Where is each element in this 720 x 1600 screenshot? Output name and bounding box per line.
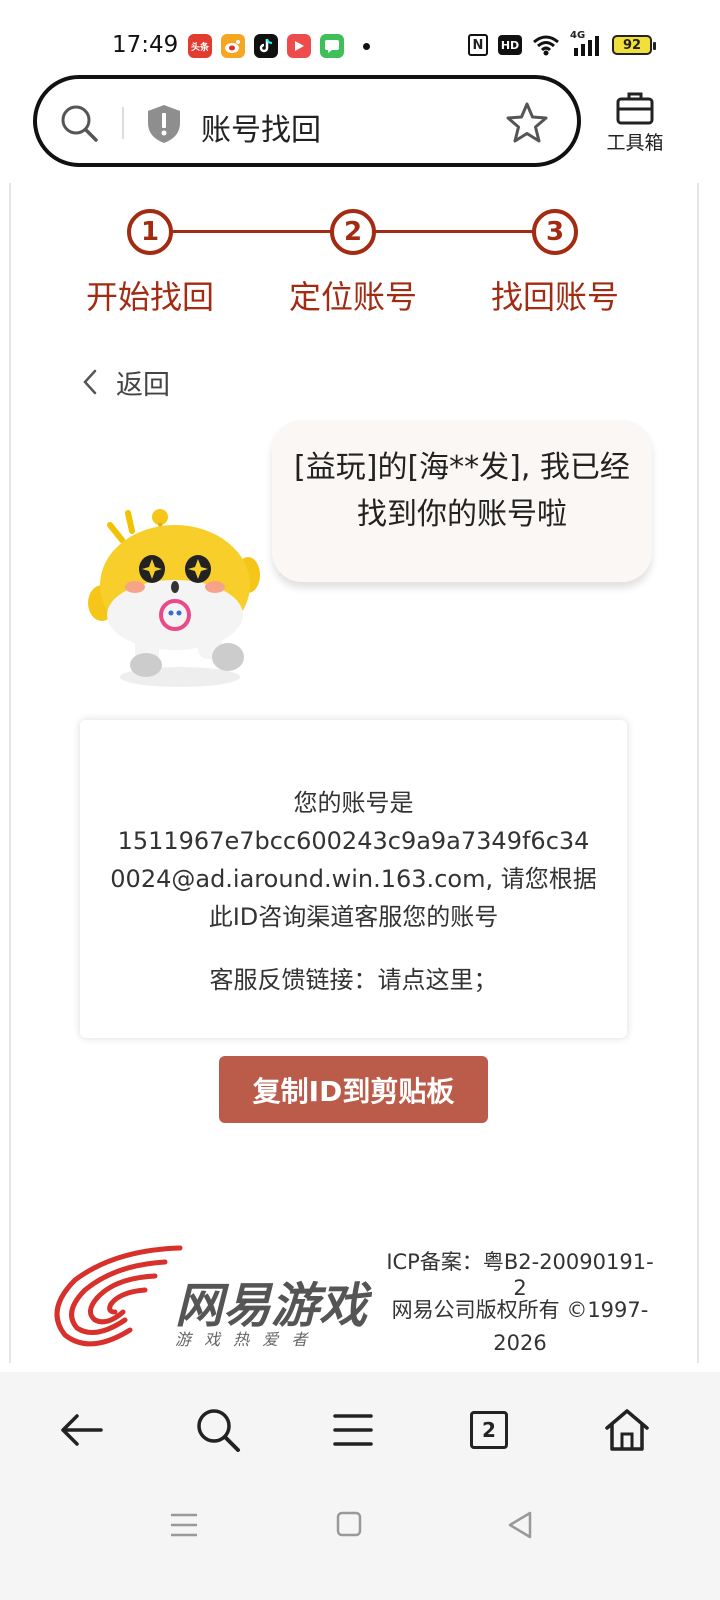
search-icon[interactable]	[59, 103, 99, 143]
battery-indicator: 92	[612, 35, 656, 55]
step-connector	[172, 230, 332, 233]
speech-bubble: [益玩]的[海**发], 我已经找到你的账号啦	[272, 420, 652, 582]
address-separator	[122, 107, 124, 139]
content-frame-right	[697, 183, 699, 1363]
hd-icon: HD	[498, 35, 522, 55]
toolbox-label: 工具箱	[606, 132, 664, 154]
toolbox-icon	[616, 92, 654, 125]
tabs-button[interactable]: 2	[459, 1400, 519, 1460]
chevron-left-icon	[83, 369, 97, 395]
step-3-circle: 3	[532, 209, 578, 255]
logo-slogan: 游 戏 热 爱 者	[175, 1330, 312, 1349]
back-nav-icon[interactable]	[500, 1505, 540, 1545]
toolbox-button[interactable]: 工具箱	[600, 86, 670, 156]
account-info-card: 您的账号是 1511967e7bcc600243c9a9a7349f6c3400…	[80, 720, 627, 1038]
step-connector	[374, 230, 534, 233]
home-icon	[605, 1409, 649, 1451]
wifi-icon	[533, 35, 559, 56]
step-2-circle: 2	[330, 209, 376, 255]
cellular-signal-icon: 4G	[570, 30, 602, 56]
step-1-circle: 1	[127, 209, 173, 255]
step-2-label: 定位账号	[288, 278, 417, 316]
mascot-illustration	[88, 509, 260, 687]
content-frame-left	[9, 183, 11, 1363]
account-intro: 您的账号是	[293, 789, 414, 817]
menu-icon	[333, 1414, 373, 1446]
toutiao-icon: 头条	[188, 34, 212, 58]
address-bar[interactable]: 账号找回	[33, 75, 581, 167]
step-1-label: 开始找回	[85, 278, 214, 316]
icp-record: ICP备案：粤B2-20090191-2	[386, 1250, 654, 1300]
home-nav-icon[interactable]	[330, 1505, 370, 1545]
shield-icon[interactable]	[145, 103, 183, 145]
video-icon	[287, 34, 311, 58]
back-button[interactable]	[51, 1400, 111, 1460]
netease-games-logo: 网易游戏 游 戏 热 爱 者	[45, 1240, 375, 1355]
search-button[interactable]	[188, 1400, 248, 1460]
home-button[interactable]	[597, 1400, 657, 1460]
tabs-count: 2	[470, 1411, 508, 1449]
feedback-link[interactable]: 客服反馈链接：请点这里；	[80, 960, 627, 995]
tiktok-icon	[254, 34, 278, 58]
copy-id-button[interactable]: 复制ID到剪贴板	[219, 1056, 488, 1123]
bubble-text: [益玩]的[海**发], 我已经找到你的账号啦	[294, 450, 630, 532]
back-label: 返回	[116, 369, 170, 401]
status-indicators: N HD 4G 92	[468, 30, 656, 56]
status-time: 17:49	[112, 32, 179, 58]
bookmark-star-icon[interactable]	[505, 101, 549, 145]
nfc-icon: N	[468, 34, 488, 56]
recent-apps-icon[interactable]	[165, 1505, 205, 1545]
menu-button[interactable]	[323, 1400, 383, 1460]
search-icon	[197, 1409, 240, 1452]
status-bar: 17:49 头条 N HD 4G 92	[0, 0, 720, 70]
back-link[interactable]: 返回	[82, 362, 170, 402]
step-3-label: 找回账号	[490, 278, 619, 316]
status-app-icons: 头条	[188, 34, 370, 58]
weibo-icon	[221, 34, 245, 58]
address-title[interactable]: 账号找回	[201, 105, 321, 149]
account-id-text: 1511967e7bcc600243c9a9a7349f6c340024@ad.…	[110, 827, 597, 931]
notification-dot-icon	[363, 42, 370, 50]
messages-icon	[320, 34, 344, 58]
copyright-text: 网易公司版权所有 ©1997-2026	[391, 1298, 649, 1355]
arrow-left-icon	[61, 1414, 103, 1446]
